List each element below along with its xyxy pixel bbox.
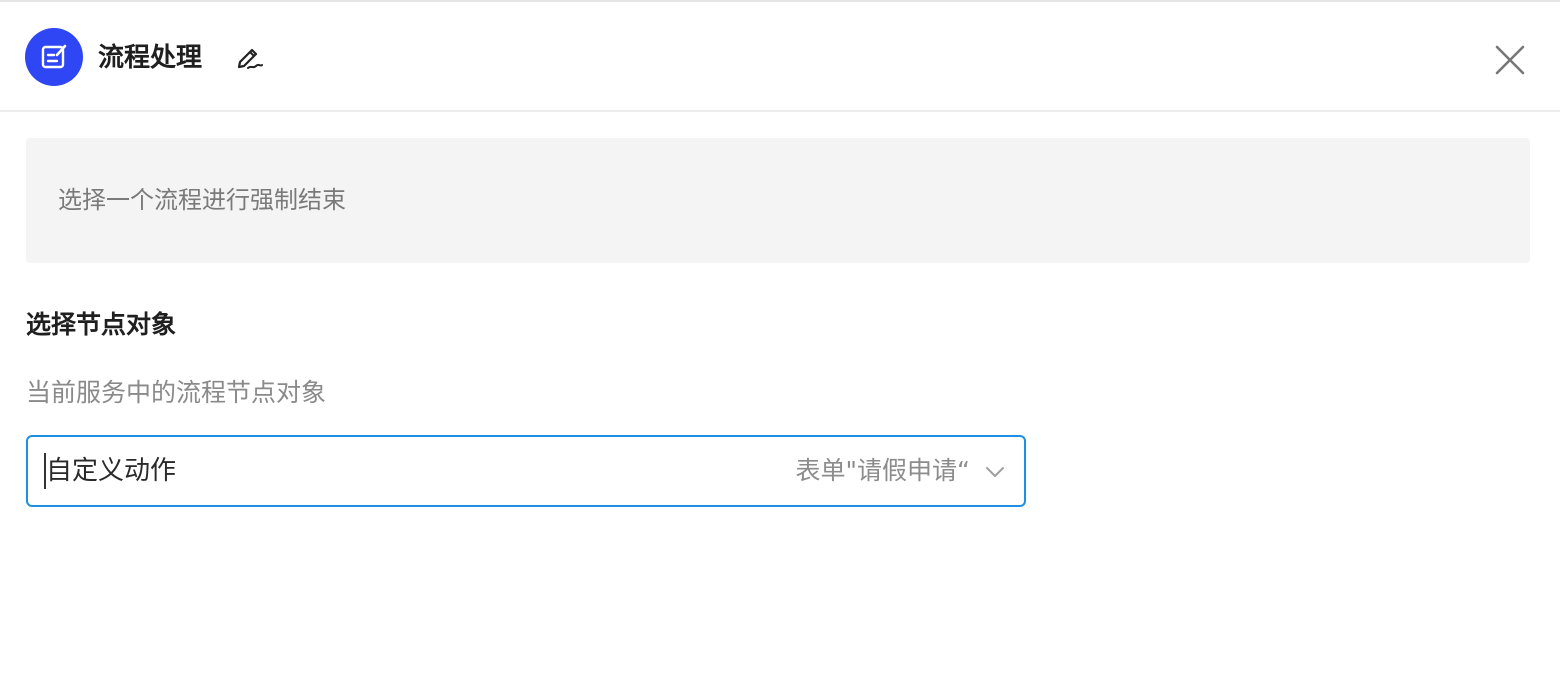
pen-icon (234, 42, 264, 76)
section-description: 当前服务中的流程节点对象 (26, 378, 327, 407)
close-icon (1494, 44, 1526, 80)
node-object-select[interactable]: 自定义动作 表单"请假申请“ (26, 435, 1026, 507)
chevron-down-icon[interactable] (984, 461, 1006, 483)
process-panel: 流程处理 选择一个流程进行强制结束 选择节点对象 当前服务中的流程节点对象 自定… (0, 0, 1560, 678)
info-box: 选择一个流程进行强制结束 (26, 138, 1530, 263)
select-hint: 表单"请假申请“ (795, 456, 970, 485)
select-value: 自定义动作 (46, 456, 177, 486)
panel-header: 流程处理 (0, 2, 1560, 112)
edit-document-icon (25, 28, 83, 86)
info-text: 选择一个流程进行强制结束 (58, 186, 346, 214)
panel-title: 流程处理 (98, 43, 203, 73)
section-title: 选择节点对象 (26, 310, 177, 339)
edit-title-button[interactable] (232, 42, 266, 76)
close-button[interactable] (1490, 42, 1530, 82)
